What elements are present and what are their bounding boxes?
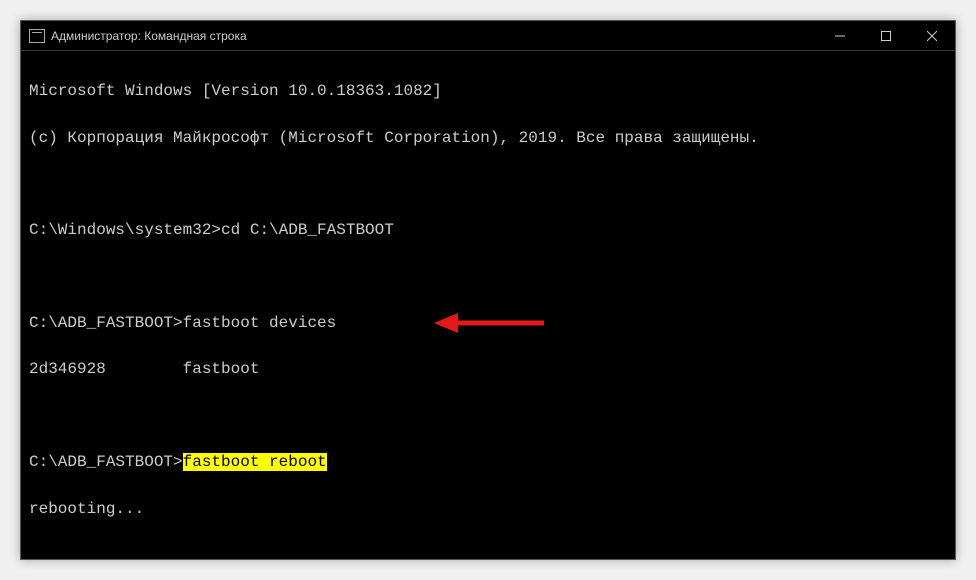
command-text: fastboot devices	[183, 314, 337, 332]
titlebar-left: Администратор: Командная строка	[21, 29, 247, 43]
terminal-output[interactable]: Microsoft Windows [Version 10.0.18363.10…	[21, 51, 955, 559]
blank	[29, 405, 947, 428]
minimize-button[interactable]	[817, 21, 863, 50]
prompt: C:\Windows\system32>	[29, 221, 221, 239]
output-devices: 2d346928 fastboot	[29, 358, 947, 381]
cmd-line-2: C:\ADB_FASTBOOT>fastboot devices	[29, 312, 947, 335]
output-rebooting: rebooting...	[29, 498, 947, 521]
command-text: cd C:\ADB_FASTBOOT	[221, 221, 394, 239]
titlebar: Администратор: Командная строка	[21, 21, 955, 51]
version-line: Microsoft Windows [Version 10.0.18363.10…	[29, 80, 947, 103]
blank	[29, 544, 947, 559]
blank	[29, 173, 947, 196]
window-controls	[817, 21, 955, 50]
cmd-line-3: C:\ADB_FASTBOOT>fastboot reboot	[29, 451, 947, 474]
cmd-icon	[29, 29, 45, 43]
prompt: C:\ADB_FASTBOOT>	[29, 453, 183, 471]
command-prompt-window: Администратор: Командная строка Microsof…	[20, 20, 956, 560]
maximize-button[interactable]	[863, 21, 909, 50]
prompt: C:\ADB_FASTBOOT>	[29, 314, 183, 332]
window-title: Администратор: Командная строка	[51, 29, 247, 43]
blank	[29, 266, 947, 289]
highlighted-command: fastboot reboot	[183, 453, 327, 471]
cmd-line-1: C:\Windows\system32>cd C:\ADB_FASTBOOT	[29, 219, 947, 242]
close-button[interactable]	[909, 21, 955, 50]
copyright-line: (c) Корпорация Майкрософт (Microsoft Cor…	[29, 127, 947, 150]
